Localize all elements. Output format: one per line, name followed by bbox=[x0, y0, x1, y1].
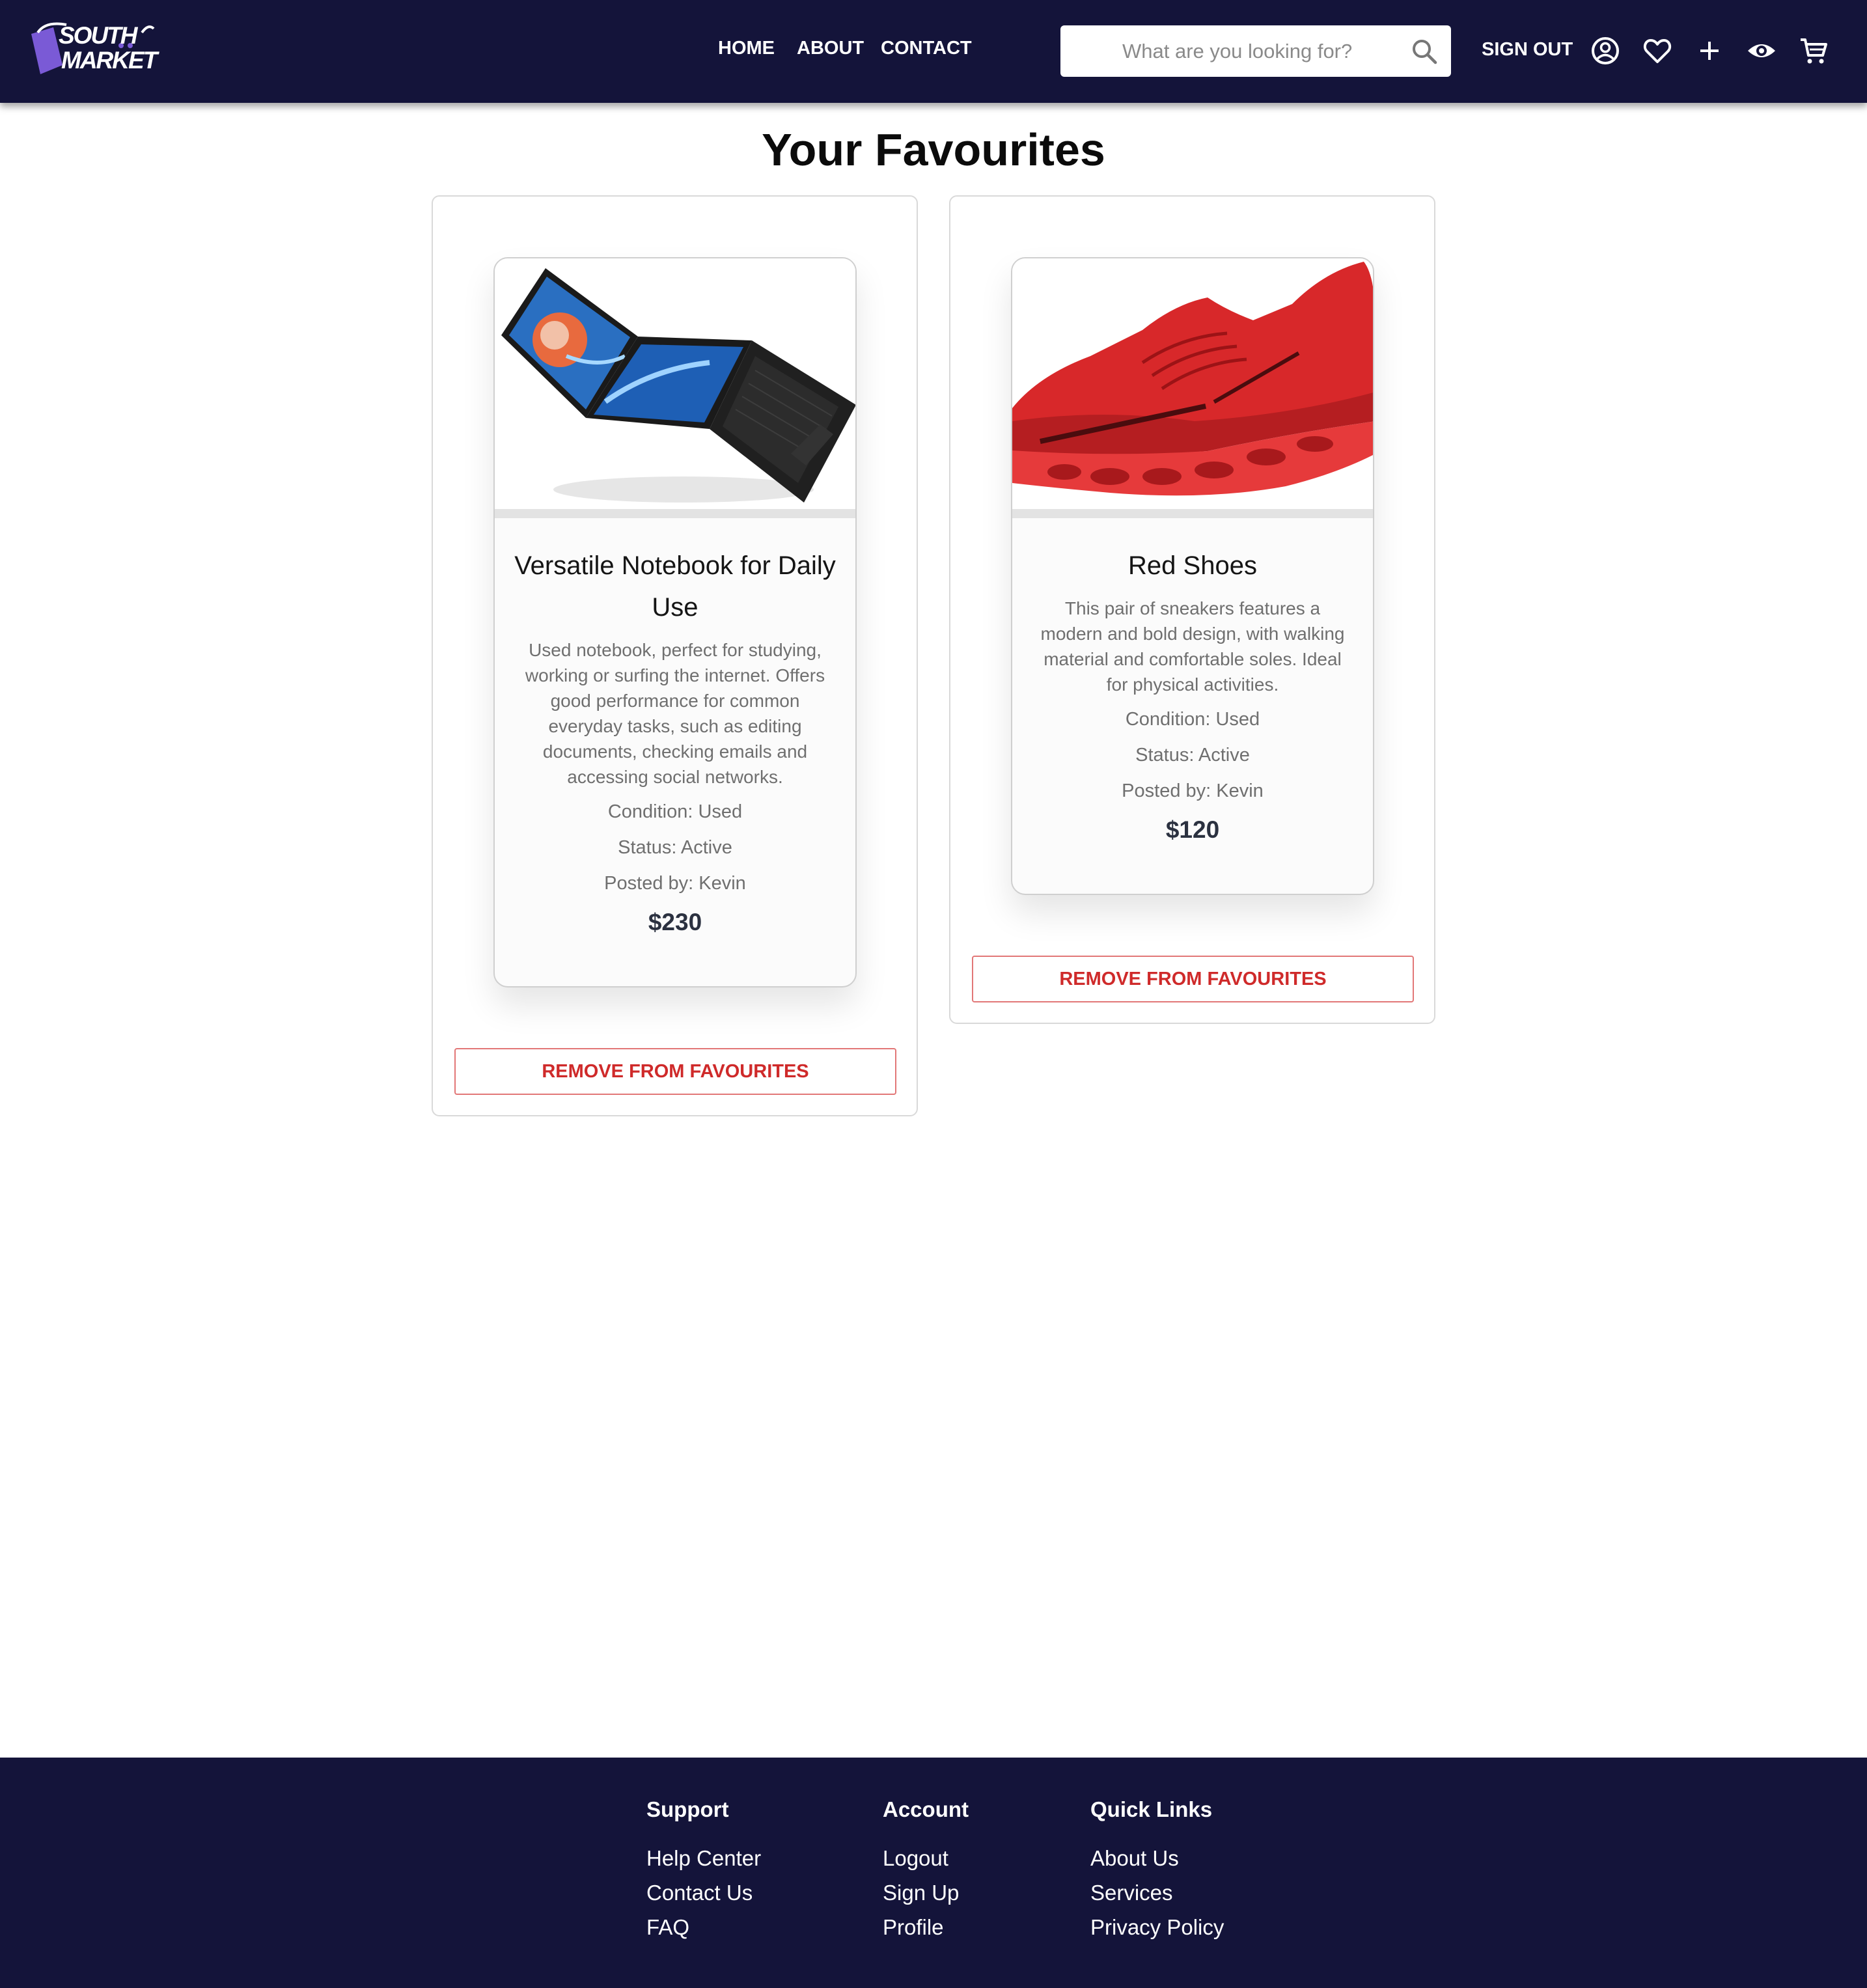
footer-column-quick-links: Quick Links About Us Services Privacy Po… bbox=[1090, 1797, 1224, 1944]
footer-link-profile[interactable]: Profile bbox=[883, 1910, 969, 1944]
top-navbar: SOUTH MARKET HOME ABOUT CONTACT SIGN OUT bbox=[0, 0, 1867, 103]
product-title[interactable]: Versatile Notebook for Daily Use bbox=[508, 545, 842, 628]
heart-icon bbox=[1643, 39, 1672, 63]
footer-link-faq[interactable]: FAQ bbox=[646, 1910, 761, 1944]
search-button[interactable] bbox=[1410, 37, 1439, 66]
footer-link-logout[interactable]: Logout bbox=[883, 1841, 969, 1875]
recently-viewed-button[interactable] bbox=[1747, 36, 1777, 66]
product-description: This pair of sneakers features a modern … bbox=[1040, 598, 1345, 695]
add-listing-button[interactable] bbox=[1694, 36, 1724, 66]
page-title: Your Favourites bbox=[762, 124, 1105, 175]
logo-text-line1: SOUTH bbox=[59, 22, 137, 49]
search-bar bbox=[1060, 25, 1451, 77]
product-status: Status: Active bbox=[618, 837, 732, 858]
eye-icon bbox=[1748, 44, 1775, 57]
footer-link-help-center[interactable]: Help Center bbox=[646, 1841, 761, 1875]
logo-text-line2: MARKET bbox=[61, 47, 158, 74]
footer-link-services[interactable]: Services bbox=[1090, 1875, 1224, 1910]
product-price: $230 bbox=[648, 909, 702, 935]
footer-heading: Account bbox=[883, 1797, 969, 1821]
product-price: $120 bbox=[1165, 816, 1220, 843]
account-icon bbox=[1592, 37, 1619, 64]
red-shoes-image bbox=[1012, 258, 1373, 518]
product-title[interactable]: Red Shoes bbox=[1025, 545, 1360, 587]
search-icon bbox=[1413, 40, 1437, 64]
footer-link-privacy-policy[interactable]: Privacy Policy bbox=[1090, 1910, 1224, 1944]
site-logo[interactable]: SOUTH MARKET bbox=[26, 20, 158, 79]
nav-contact-link[interactable]: CONTACT bbox=[881, 38, 972, 59]
laptop-image bbox=[495, 258, 855, 518]
footer-link-sign-up[interactable]: Sign Up bbox=[883, 1875, 969, 1910]
product-posted-by: Posted by: Kevin bbox=[1122, 780, 1264, 801]
footer-link-contact-us[interactable]: Contact Us bbox=[646, 1875, 761, 1910]
product-description: Used notebook, perfect for studying, wor… bbox=[525, 640, 825, 787]
laptop-illustration bbox=[501, 268, 855, 503]
nav-about-link[interactable]: ABOUT bbox=[797, 38, 864, 59]
footer-heading: Support bbox=[646, 1797, 729, 1821]
account-button[interactable] bbox=[1590, 36, 1620, 66]
footer-heading: Quick Links bbox=[1090, 1797, 1213, 1821]
product-posted-by: Posted by: Kevin bbox=[604, 873, 746, 894]
red-sneaker-illustration bbox=[1012, 262, 1373, 496]
plus-icon bbox=[1700, 42, 1719, 60]
remove-from-favourites-button[interactable]: REMOVE FROM FAVOURITES bbox=[972, 956, 1414, 1002]
search-input[interactable] bbox=[1060, 25, 1399, 77]
product-card[interactable]: Versatile Notebook for Daily Use Used no… bbox=[493, 257, 857, 987]
product-condition: Condition: Used bbox=[1125, 709, 1260, 730]
site-footer: Support Help Center Contact Us FAQ Accou… bbox=[0, 1758, 1867, 1988]
cart-button[interactable] bbox=[1799, 36, 1829, 66]
product-card[interactable]: Red Shoes This pair of sneakers features… bbox=[1011, 257, 1374, 895]
footer-column-account: Account Logout Sign Up Profile bbox=[883, 1797, 969, 1944]
nav-home-link[interactable]: HOME bbox=[718, 38, 775, 59]
product-status: Status: Active bbox=[1135, 745, 1250, 766]
favourites-button[interactable] bbox=[1642, 36, 1672, 66]
sign-out-link[interactable]: SIGN OUT bbox=[1482, 39, 1573, 61]
remove-from-favourites-button[interactable]: REMOVE FROM FAVOURITES bbox=[454, 1048, 896, 1095]
footer-column-support: Support Help Center Contact Us FAQ bbox=[646, 1797, 761, 1944]
footer-link-about-us[interactable]: About Us bbox=[1090, 1841, 1224, 1875]
favourite-item-card: Versatile Notebook for Daily Use Used no… bbox=[432, 195, 918, 1116]
favourite-item-card: Red Shoes This pair of sneakers features… bbox=[949, 195, 1435, 1024]
product-condition: Condition: Used bbox=[607, 801, 743, 822]
cart-icon bbox=[1801, 38, 1827, 64]
